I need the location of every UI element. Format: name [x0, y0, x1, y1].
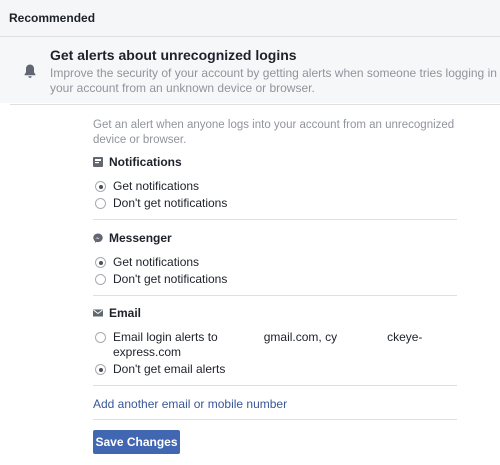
divider — [93, 385, 457, 386]
email-heading: Email — [93, 306, 141, 320]
notifications-icon — [93, 157, 103, 167]
messenger-title: Messenger — [109, 231, 172, 245]
notifications-get-option[interactable]: Get notifications — [95, 179, 199, 194]
radio-button[interactable] — [95, 274, 106, 285]
redacted-text — [337, 330, 388, 345]
email-login-alerts-option[interactable]: Email login alerts to gmail.com, cy ckey… — [95, 330, 443, 360]
messenger-get-option[interactable]: Get notifications — [95, 255, 199, 270]
notifications-dont-get-option[interactable]: Don't get notifications — [95, 196, 227, 211]
login-alerts-panel: Get alerts about unrecognized logins Imp… — [0, 37, 500, 465]
email-dont-get-option[interactable]: Don't get email alerts — [95, 362, 225, 377]
radio-button[interactable] — [95, 198, 106, 209]
option-label: Email login alerts to gmail.com, cy ckey… — [113, 330, 443, 360]
notifications-heading: Notifications — [93, 155, 182, 169]
messenger-heading: Messenger — [93, 231, 172, 245]
envelope-icon — [93, 309, 103, 317]
alert-description: Improve the security of your account by … — [50, 66, 500, 95]
option-label: Get notifications — [113, 179, 200, 193]
messenger-icon — [93, 233, 103, 243]
divider — [93, 295, 457, 296]
email-label-prefix: Email login alerts to — [113, 330, 218, 344]
bell-icon — [24, 64, 36, 78]
divider — [10, 104, 500, 105]
option-label: Get notifications — [113, 255, 200, 269]
divider — [93, 219, 457, 220]
email-label-mid: gmail.com, cy — [263, 330, 338, 344]
alert-title: Get alerts about unrecognized logins — [50, 47, 297, 63]
email-title: Email — [109, 306, 142, 320]
redacted-text — [217, 330, 264, 345]
option-label: Don't get notifications — [113, 272, 228, 286]
radio-button[interactable] — [95, 257, 106, 268]
intro-text: Get an alert when anyone logs into your … — [93, 119, 455, 146]
option-label: Don't get email alerts — [113, 362, 226, 376]
radio-button[interactable] — [95, 332, 106, 343]
add-contact-link[interactable]: Add another email or mobile number — [93, 397, 287, 411]
divider — [93, 419, 457, 420]
notifications-title: Notifications — [109, 155, 182, 169]
radio-button[interactable] — [95, 364, 106, 375]
alert-header: Get alerts about unrecognized logins Imp… — [0, 37, 500, 103]
radio-button[interactable] — [95, 181, 106, 192]
messenger-dont-get-option[interactable]: Don't get notifications — [95, 272, 227, 287]
section-title: Recommended — [9, 11, 96, 25]
option-label: Don't get notifications — [113, 196, 228, 210]
section-header: Recommended — [0, 0, 500, 37]
save-changes-button[interactable]: Save Changes — [93, 430, 180, 454]
